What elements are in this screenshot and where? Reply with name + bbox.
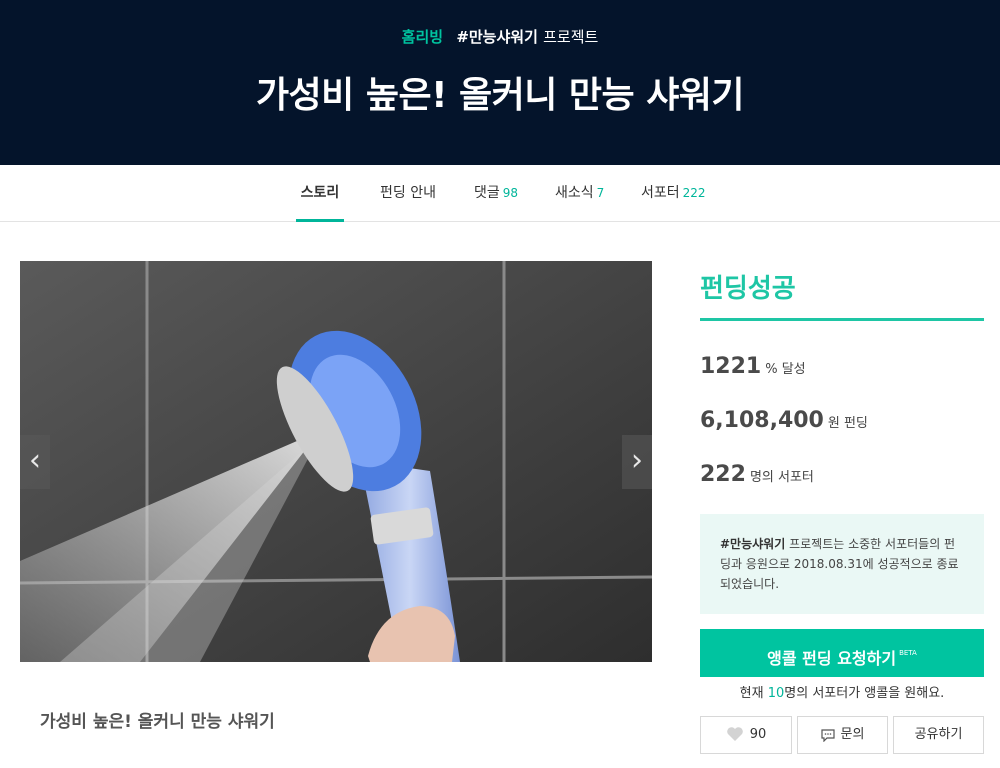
achievement-rate: 1221% 달성	[700, 354, 806, 379]
header-tagline: 홈리빙 #만능샤워기 프로젝트	[0, 26, 1000, 47]
tab-label: 새소식	[555, 185, 594, 201]
project-word: 프로젝트	[543, 28, 599, 46]
story-title: 가성비 높은! 올커니 만능 샤워기	[40, 712, 275, 732]
encore-label: 앵콜 펀딩 요청하기	[767, 649, 897, 668]
notice-hashtag: #만능샤워기	[720, 537, 786, 551]
amount-unit: 원 펀딩	[827, 416, 868, 431]
amount-value: 6,108,400	[700, 408, 824, 433]
tab-label: 댓글	[474, 185, 500, 201]
tab-label: 펀딩 안내	[380, 185, 436, 201]
encore-suffix: 명의 서포터가 앵콜을 원해요.	[784, 686, 945, 701]
tab-label: 스토리	[300, 185, 340, 201]
funding-panel: 펀딩성공 1221% 달성 6,108,400 원 펀딩 222 명의 서포터 #만…	[700, 261, 984, 754]
tab-nav: 스토리 펀딩 안내 댓글 98 새소식 7 서포터 222	[0, 165, 1000, 222]
supporters-value: 222	[700, 462, 746, 487]
encore-prefix: 현재	[739, 686, 768, 701]
tab-news[interactable]: 새소식 7	[555, 165, 604, 222]
beta-badge: BETA	[899, 649, 917, 657]
share-button[interactable]: 공유하기	[893, 716, 984, 754]
next-image-button[interactable]: ›	[622, 435, 652, 489]
inquiry-button[interactable]: 문의	[797, 716, 888, 754]
tab-story[interactable]: 스토리	[296, 165, 344, 222]
rate-value: 1221	[700, 354, 762, 379]
project-header: 홈리빙 #만능샤워기 프로젝트 가성비 높은! 올커니 만능 샤워기	[0, 0, 1000, 165]
shower-head-photo	[20, 261, 652, 662]
heart-icon	[726, 727, 743, 741]
encore-count: 10	[767, 686, 785, 701]
speech-bubble-icon	[820, 729, 835, 743]
project-hashtag[interactable]: #만능샤워기	[456, 28, 538, 46]
tab-label: 서포터	[641, 185, 680, 201]
prev-image-button[interactable]: ‹	[20, 435, 50, 489]
tab-comments[interactable]: 댓글 98	[474, 165, 518, 222]
supporters-unit: 명의 서포터	[749, 470, 814, 485]
notice-date: 2018.08.31	[793, 557, 863, 571]
funding-amount: 6,108,400 원 펀딩	[700, 408, 868, 433]
like-button[interactable]: 90	[700, 716, 792, 754]
supporter-count: 222 명의 서포터	[700, 462, 814, 487]
encore-funding-button[interactable]: 앵콜 펀딩 요청하기 BETA	[700, 629, 984, 677]
encore-note: 현재 10명의 서포터가 앵콜을 원해요.	[700, 682, 984, 701]
tab-funding-info[interactable]: 펀딩 안내	[380, 165, 436, 222]
completion-notice: #만능샤워기 프로젝트는 소중한 서포터들의 펀딩과 응원으로 2018.08.…	[700, 514, 984, 614]
tab-count: 7	[596, 186, 605, 200]
like-count: 90	[749, 727, 767, 742]
funding-status: 펀딩성공	[700, 261, 984, 321]
product-image: ‹ ›	[20, 261, 652, 662]
category-link[interactable]: 홈리빙	[402, 28, 443, 46]
tab-count: 98	[502, 186, 519, 200]
tab-count: 222	[682, 186, 706, 200]
inquiry-label: 문의	[840, 727, 865, 742]
tab-supporters[interactable]: 서포터 222	[641, 165, 706, 222]
page-title: 가성비 높은! 올커니 만능 샤워기	[255, 75, 745, 116]
share-label: 공유하기	[914, 727, 963, 742]
rate-unit: % 달성	[765, 362, 806, 377]
